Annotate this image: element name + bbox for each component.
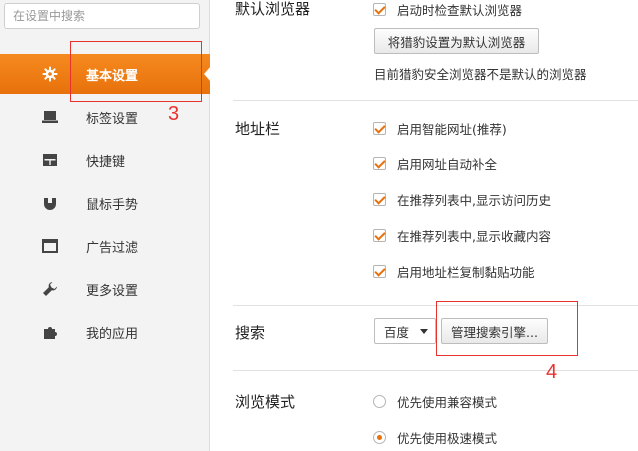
checkbox-checked[interactable] bbox=[373, 122, 386, 135]
checkbox-label: 在推荐列表中,显示访问历史 bbox=[397, 193, 551, 208]
checkbox-row-copy-paste[interactable]: 启用地址栏复制黏贴功能 bbox=[373, 262, 535, 281]
settings-search-input[interactable]: 在设置中搜索 bbox=[4, 3, 200, 29]
checkbox-row-show-history[interactable]: 在推荐列表中,显示访问历史 bbox=[373, 190, 551, 209]
search-engine-select[interactable]: 百度 bbox=[374, 318, 436, 344]
sidebar-item-shortcuts[interactable]: 快捷键 bbox=[0, 140, 210, 180]
set-default-browser-button[interactable]: 将猎豹设置为默认浏览器 bbox=[374, 28, 539, 54]
sidebar-item-label: 鼠标手势 bbox=[86, 197, 139, 213]
checkbox-checked[interactable] bbox=[373, 3, 386, 16]
annotation-box-3 bbox=[70, 41, 202, 102]
search-engine-value: 百度 bbox=[384, 324, 410, 340]
radio-row-compat-mode[interactable]: 优先使用兼容模式 bbox=[373, 392, 497, 411]
radio-row-speed-mode[interactable]: 优先使用极速模式 bbox=[373, 428, 497, 447]
checkbox-row-check-default[interactable]: 启动时检查默认浏览器 bbox=[373, 0, 522, 19]
window-icon bbox=[40, 236, 60, 256]
checkbox-label: 启动时检查默认浏览器 bbox=[397, 3, 523, 18]
mouse-icon bbox=[40, 193, 60, 213]
sidebar-item-label: 更多设置 bbox=[86, 283, 139, 299]
settings-main: 默认浏览器 启动时检查默认浏览器 将猎豹设置为默认浏览器 目前猎豹安全浏览器不是… bbox=[211, 0, 638, 451]
sidebar-item-my-apps[interactable]: 我的应用 bbox=[0, 312, 210, 352]
checkbox-label: 启用网址自动补全 bbox=[397, 157, 498, 172]
sidebar-item-label: 广告过滤 bbox=[86, 240, 139, 256]
sidebar-item-label: 标签设置 bbox=[86, 111, 139, 127]
checkbox-label: 启用智能网址(推荐) bbox=[397, 122, 507, 137]
checkbox-checked[interactable] bbox=[373, 157, 386, 170]
annotation-label-3: 3 bbox=[168, 103, 180, 125]
gear-icon bbox=[40, 64, 60, 84]
checkbox-checked[interactable] bbox=[373, 265, 386, 278]
checkbox-label: 启用地址栏复制黏贴功能 bbox=[397, 265, 535, 280]
section-title-default-browser: 默认浏览器 bbox=[235, 0, 311, 18]
section-title-browse-mode: 浏览模式 bbox=[235, 393, 296, 411]
checkbox-row-show-favorites[interactable]: 在推荐列表中,显示收藏内容 bbox=[373, 226, 551, 245]
puzzle-icon bbox=[40, 322, 60, 342]
sidebar-item-more-settings[interactable]: 更多设置 bbox=[0, 269, 210, 309]
section-title-search: 搜索 bbox=[235, 324, 266, 342]
keyboard-icon bbox=[40, 150, 60, 170]
checkbox-checked[interactable] bbox=[373, 193, 386, 206]
sidebar-item-ad-filter[interactable]: 广告过滤 bbox=[0, 226, 210, 266]
radio-label: 优先使用极速模式 bbox=[397, 431, 498, 446]
checkbox-row-autocomplete[interactable]: 启用网址自动补全 bbox=[373, 154, 497, 173]
annotation-label-4: 4 bbox=[546, 361, 558, 383]
laptop-icon bbox=[40, 107, 60, 127]
default-browser-status: 目前猎豹安全浏览器不是默认的浏览器 bbox=[374, 67, 587, 82]
section-divider bbox=[233, 100, 638, 101]
section-divider bbox=[233, 370, 638, 371]
wrench-icon bbox=[40, 279, 60, 299]
checkbox-row-smart-url[interactable]: 启用智能网址(推荐) bbox=[373, 119, 507, 138]
sidebar-item-label: 我的应用 bbox=[86, 326, 139, 342]
sidebar-item-label: 快捷键 bbox=[86, 154, 126, 170]
section-title-address-bar: 地址栏 bbox=[235, 120, 281, 138]
radio-checked[interactable] bbox=[373, 431, 386, 444]
radio-label: 优先使用兼容模式 bbox=[397, 395, 498, 410]
dropdown-arrow-icon bbox=[420, 329, 428, 334]
sidebar-item-mouse-gestures[interactable]: 鼠标手势 bbox=[0, 183, 210, 223]
radio-unchecked[interactable] bbox=[373, 395, 386, 408]
annotation-box-4 bbox=[436, 301, 578, 356]
checkbox-checked[interactable] bbox=[373, 229, 386, 242]
checkbox-label: 在推荐列表中,显示收藏内容 bbox=[397, 229, 551, 244]
